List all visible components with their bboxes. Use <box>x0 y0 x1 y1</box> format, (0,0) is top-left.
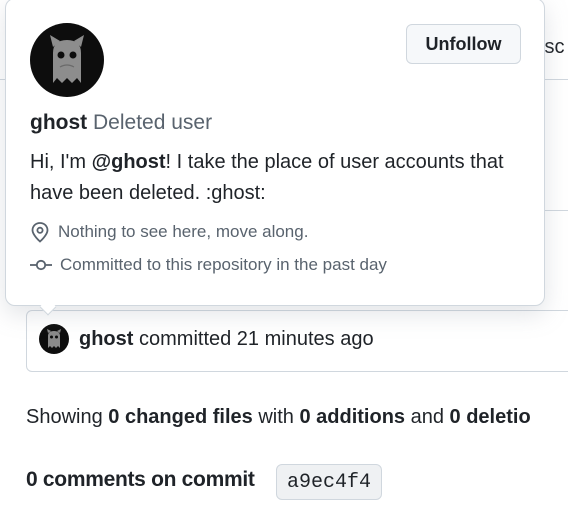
hovercard-name: ghost Deleted user <box>30 111 212 135</box>
commit-sha[interactable]: a9ec4f4 <box>276 464 383 500</box>
comments-heading: 0 comments on commit <box>26 468 255 491</box>
unfollow-button[interactable]: Unfollow <box>406 24 521 64</box>
user-login-link[interactable]: ghost <box>30 111 87 134</box>
commit-meta: ghost committed 21 minutes ago <box>79 328 374 351</box>
bio-mention-link[interactable]: @ghost <box>92 151 166 173</box>
ghost-icon <box>47 329 61 348</box>
commit-note-text: Committed to this repository in the past… <box>60 255 387 274</box>
avatar[interactable] <box>30 23 104 97</box>
summary-text: Showing <box>26 406 109 428</box>
location-pin-icon <box>31 222 49 243</box>
user-hovercard: Unfollow ghost Deleted user Hi, I'm @gho… <box>5 0 545 306</box>
additions-count: 0 additions <box>299 406 406 428</box>
summary-text: and <box>405 406 450 428</box>
changed-files-toggle[interactable]: 0 changed files <box>108 406 253 428</box>
ghost-icon <box>50 35 84 83</box>
commit-time-text: committed 21 minutes ago <box>139 328 374 350</box>
location-text: Nothing to see here, move along. <box>58 222 309 241</box>
bio-text: Hi, I'm <box>30 151 92 173</box>
avatar[interactable] <box>39 324 69 354</box>
user-full-name: Deleted user <box>93 111 213 134</box>
commit-activity-note: Committed to this repository in the past… <box>30 255 387 275</box>
user-location: Nothing to see here, move along. <box>30 221 308 243</box>
user-bio: Hi, I'm @ghost! I take the place of user… <box>30 147 520 209</box>
git-commit-icon <box>30 259 52 271</box>
commit-info-box: ghost committed 21 minutes ago <box>26 310 568 372</box>
commit-author-link[interactable]: ghost <box>79 328 133 350</box>
summary-text: with <box>252 406 300 428</box>
deletions-count: 0 deletio <box>449 406 531 428</box>
diff-summary: Showing 0 changed files with 0 additions… <box>26 406 531 429</box>
